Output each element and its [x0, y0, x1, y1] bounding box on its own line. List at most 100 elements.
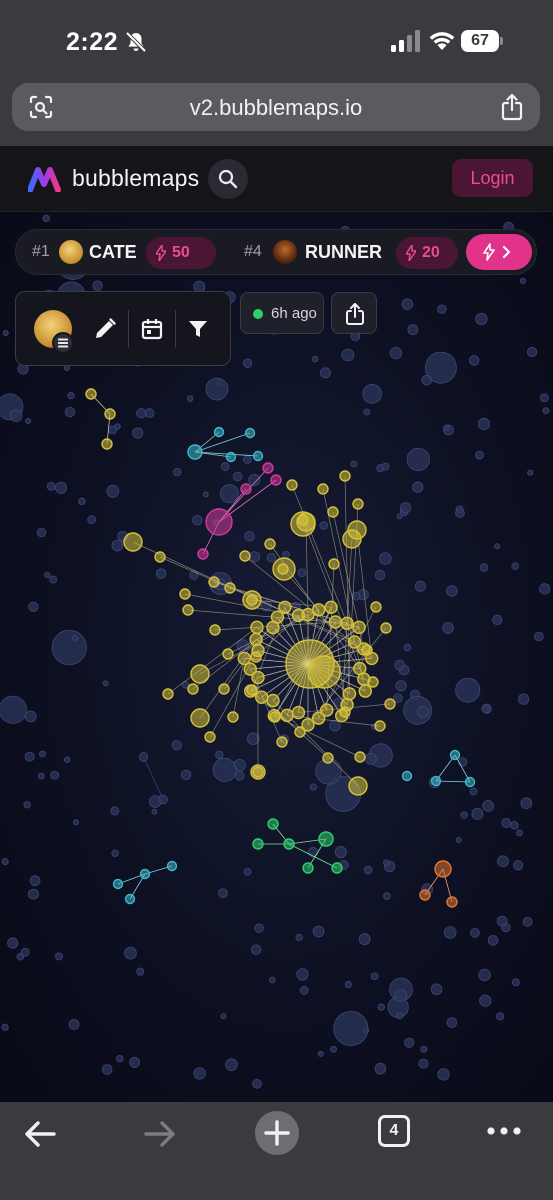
holder-bubble[interactable]	[311, 711, 326, 725]
wallet-bubble[interactable]	[517, 693, 530, 705]
holder-bubble[interactable]	[224, 582, 236, 594]
wallet-bubble[interactable]	[363, 408, 371, 416]
wallet-bubble[interactable]	[68, 1019, 80, 1030]
wallet-bubble[interactable]	[212, 757, 237, 782]
share-icon[interactable]	[500, 93, 524, 121]
wallet-bubble[interactable]	[446, 585, 458, 597]
wallet-bubble[interactable]	[124, 946, 137, 960]
wallet-bubble[interactable]	[479, 563, 489, 572]
wallet-bubble[interactable]	[192, 515, 203, 526]
wallet-bubble[interactable]	[418, 1058, 429, 1069]
wallet-bubble[interactable]	[0, 695, 27, 724]
holder-bubble[interactable]	[347, 520, 367, 540]
wallet-bubble[interactable]	[468, 355, 480, 366]
wallet-bubble[interactable]	[412, 481, 424, 493]
wallet-bubble[interactable]	[414, 580, 426, 592]
holder-bubble[interactable]	[280, 708, 294, 723]
wallet-bubble[interactable]	[396, 1012, 404, 1020]
wallet-bubble[interactable]	[511, 978, 520, 987]
wallet-bubble[interactable]	[329, 720, 341, 732]
holder-bubble[interactable]	[361, 644, 373, 656]
holder-bubble[interactable]	[190, 708, 210, 728]
holder-bubble[interactable]	[328, 558, 340, 570]
holder-bubble[interactable]	[286, 479, 298, 491]
edit-icon[interactable]	[92, 316, 118, 342]
wallet-bubble[interactable]	[527, 346, 538, 358]
holder-bubble[interactable]	[290, 511, 316, 537]
wallet-bubble[interactable]	[51, 629, 87, 666]
wallet-bubble[interactable]	[401, 298, 414, 310]
wallet-bubble[interactable]	[282, 550, 290, 559]
wallet-bubble[interactable]	[171, 740, 182, 751]
cluster-bubble[interactable]	[331, 862, 343, 874]
holder-bubble[interactable]	[237, 651, 251, 666]
holder-bubble[interactable]	[250, 764, 266, 780]
wallet-bubble[interactable]	[341, 348, 355, 362]
cluster-bubble[interactable]	[302, 862, 314, 874]
wallet-bubble[interactable]	[72, 819, 80, 826]
holder-bubble[interactable]	[291, 705, 306, 720]
holder-bubble[interactable]	[246, 684, 258, 696]
wallet-bubble[interactable]	[297, 568, 307, 578]
cluster-bubble[interactable]	[213, 426, 225, 438]
wallet-bubble[interactable]	[443, 424, 450, 431]
cluster-bubble[interactable]	[197, 548, 209, 560]
cluster-bubble[interactable]	[225, 451, 237, 463]
wallet-bubble[interactable]	[351, 592, 361, 601]
forward-arrow-icon[interactable]	[136, 1114, 180, 1154]
holder-bubble[interactable]	[162, 688, 174, 700]
wallet-bubble[interactable]	[344, 980, 352, 989]
wallet-bubble[interactable]	[249, 551, 261, 563]
wallet-bubble[interactable]	[247, 732, 260, 745]
bubblemaps-logo-icon[interactable]	[28, 166, 64, 192]
calendar-icon[interactable]	[139, 316, 165, 342]
wallet-bubble[interactable]	[539, 393, 549, 403]
wallet-bubble[interactable]	[443, 926, 457, 939]
holder-bubble[interactable]	[179, 588, 191, 600]
wallet-bubble[interactable]	[218, 888, 228, 898]
wallet-bubble[interactable]	[481, 704, 491, 714]
wallet-bubble[interactable]	[519, 277, 526, 284]
wallet-bubble[interactable]	[220, 462, 230, 471]
wallet-bubble[interactable]	[20, 947, 30, 957]
url-text[interactable]: v2.bubblemaps.io	[12, 95, 540, 121]
wallet-bubble[interactable]	[299, 986, 309, 995]
holder-bubble[interactable]	[339, 470, 351, 482]
holder-bubble[interactable]	[311, 603, 326, 617]
wallet-bubble[interactable]	[496, 915, 508, 927]
holder-bubble[interactable]	[242, 590, 262, 610]
wallet-bubble[interactable]	[370, 972, 379, 981]
wallet-bubble[interactable]	[234, 771, 245, 781]
wallet-bubble[interactable]	[46, 481, 56, 491]
wallet-bubble[interactable]	[494, 543, 501, 550]
wallet-bubble[interactable]	[417, 705, 430, 718]
wallet-bubble[interactable]	[542, 407, 550, 415]
search-button[interactable]	[208, 159, 248, 199]
wallet-bubble[interactable]	[421, 374, 432, 386]
wallet-bubble[interactable]	[186, 395, 194, 402]
wallet-bubble[interactable]	[420, 1045, 428, 1053]
wallet-bubble[interactable]	[220, 484, 239, 504]
cluster-bubble[interactable]	[166, 860, 178, 872]
wallet-bubble[interactable]	[362, 384, 382, 404]
wallet-bubble[interactable]	[63, 364, 70, 371]
leaderboard-item[interactable]: #1 CATE 50	[16, 230, 226, 276]
cluster-bubble[interactable]	[464, 776, 476, 788]
wallet-bubble[interactable]	[44, 571, 51, 579]
holder-bubble[interactable]	[352, 620, 366, 635]
wallet-bubble[interactable]	[381, 462, 390, 471]
holder-bubble[interactable]	[348, 776, 368, 796]
wallet-bubble[interactable]	[63, 756, 71, 763]
holder-bubble[interactable]	[190, 664, 210, 684]
wallet-bubble[interactable]	[36, 527, 47, 538]
wallet-bubble[interactable]	[87, 515, 97, 524]
holder-bubble[interactable]	[154, 551, 166, 563]
filter-icon[interactable]	[185, 316, 211, 342]
holder-bubble[interactable]	[239, 550, 251, 562]
cluster-bubble[interactable]	[240, 483, 252, 495]
wallet-bubble[interactable]	[469, 787, 478, 796]
holder-bubble[interactable]	[342, 687, 357, 701]
wallet-bubble[interactable]	[23, 801, 31, 809]
wallet-bubble[interactable]	[513, 860, 524, 871]
cluster-bubble[interactable]	[419, 889, 431, 901]
